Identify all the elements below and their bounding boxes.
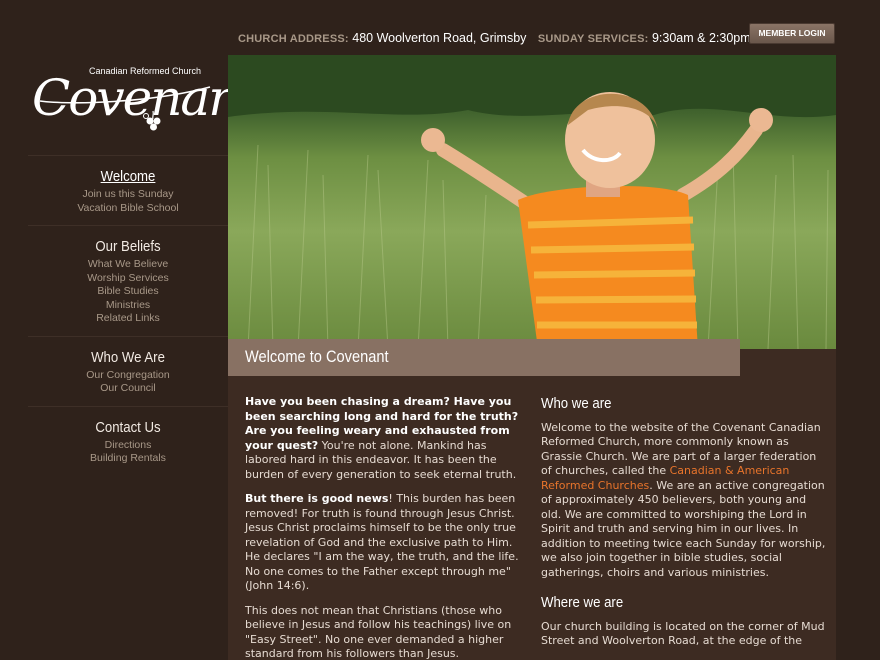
nav-link[interactable]: Ministries	[28, 299, 228, 313]
church-logo[interactable]: Canadian Reformed Church Covenant	[30, 55, 259, 140]
easy-street-paragraph: This does not mean that Christians (thos…	[245, 603, 512, 660]
hero-image	[228, 55, 836, 349]
nav-heading-beliefs[interactable]: Our Beliefs	[40, 238, 216, 255]
services-label: SUNDAY SERVICES:	[537, 33, 649, 45]
nav-link[interactable]: Directions	[28, 439, 228, 453]
nav-group-who-we-are: Who We Are Our Congregation Our Council	[28, 335, 228, 406]
member-login-button[interactable]: MEMBER LOGIN	[749, 23, 835, 44]
who-we-are-heading: Who we are	[541, 395, 612, 412]
nav-heading-welcome[interactable]: Welcome	[40, 168, 216, 185]
intro-column: Have you been chasing a dream? Have you …	[245, 395, 527, 660]
about-column: Who we are Welcome to the website of the…	[541, 395, 826, 659]
nav-link[interactable]: What We Believe	[28, 258, 228, 272]
main-content: Welcome to Covenant Have you been chasin…	[228, 55, 836, 660]
nav-group-contact: Contact Us Directions Building Rentals	[28, 405, 228, 476]
nav-link[interactable]: Join us this Sunday	[28, 188, 228, 202]
nav-group-beliefs: Our Beliefs What We Believe Worship Serv…	[28, 225, 228, 336]
who-we-are-paragraph: Welcome to the website of the Covenant C…	[541, 421, 826, 581]
nav-link[interactable]: Our Congregation	[28, 369, 228, 383]
page-title: Welcome to Covenant	[245, 347, 389, 366]
services-value: 9:30am & 2:30pm	[651, 31, 751, 45]
nav-link[interactable]: Building Rentals	[28, 452, 228, 466]
welcome-banner: Welcome to Covenant	[228, 339, 740, 376]
nav-link[interactable]: Worship Services	[28, 272, 228, 286]
sidebar-nav: Welcome Join us this Sunday Vacation Bib…	[28, 155, 228, 476]
address-value: 480 Woolverton Road, Grimsby	[352, 31, 527, 45]
nav-heading-contact[interactable]: Contact Us	[40, 419, 216, 436]
good-news-lead: But there is good news	[245, 492, 389, 505]
hero-illustration	[228, 55, 836, 349]
where-we-are-paragraph: Our church building is located on the co…	[541, 619, 825, 648]
where-we-are-heading: Where we are	[541, 594, 624, 611]
nav-link[interactable]: Related Links	[28, 312, 228, 326]
logo-name: Covenant	[32, 69, 259, 127]
nav-link[interactable]: Our Council	[28, 382, 228, 396]
address-label: CHURCH ADDRESS:	[238, 33, 349, 45]
nav-link[interactable]: Bible Studies	[28, 285, 228, 299]
church-info-bar: CHURCH ADDRESS: 480 Woolverton Road, Gri…	[238, 31, 759, 45]
good-news-paragraph: But there is good news! This burden has …	[245, 492, 527, 594]
intro-paragraph: Have you been chasing a dream? Have you …	[245, 395, 527, 482]
nav-heading-who-we-are[interactable]: Who We Are	[40, 349, 216, 366]
nav-link[interactable]: Vacation Bible School	[28, 202, 228, 216]
who-we-are-text-cont: . We are an active congregation of appro…	[541, 478, 826, 579]
nav-group-welcome: Welcome Join us this Sunday Vacation Bib…	[28, 155, 228, 225]
good-news-text: ! This burden has been removed! For trut…	[245, 492, 519, 592]
